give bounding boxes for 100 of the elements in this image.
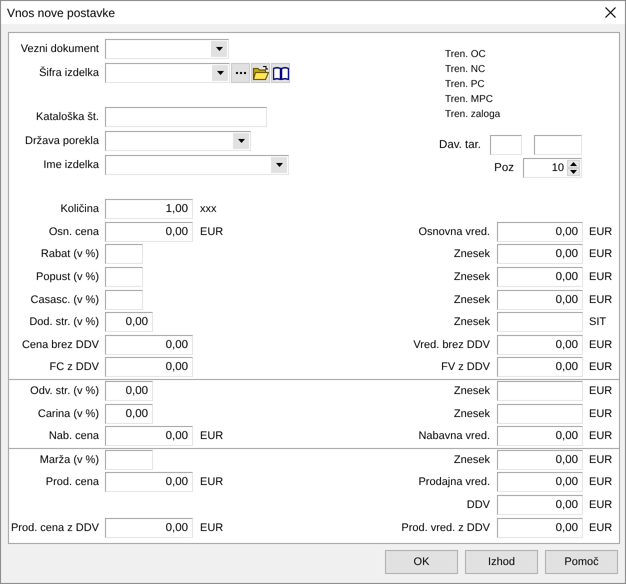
info-label: Tren. MPC — [445, 93, 493, 107]
unit-label: EUR — [200, 522, 224, 534]
text-field[interactable] — [490, 135, 522, 155]
field-label: Dav. tar. — [439, 139, 481, 151]
unit-label: EUR — [589, 430, 612, 442]
book-button[interactable] — [271, 63, 290, 83]
field-label: Dod. str. (v %) — [28, 316, 99, 328]
text-field[interactable] — [105, 107, 267, 127]
number-field[interactable] — [497, 404, 583, 424]
number-field[interactable]: 0,00 — [497, 472, 583, 492]
number-field[interactable]: 0,00 — [105, 472, 193, 492]
field-label: Casasc. (v %) — [30, 294, 99, 306]
unit-label: EUR — [589, 522, 612, 534]
number-field[interactable]: 0,00 — [105, 222, 193, 242]
number-field[interactable]: 0,00 — [105, 518, 193, 538]
field-label: Država porekla — [24, 135, 99, 147]
dialog-button[interactable]: Izhod — [465, 550, 538, 574]
field-label: Vred. brez DDV — [412, 338, 490, 351]
number-field[interactable]: 0,00 — [105, 404, 153, 424]
field-label: Količina — [59, 203, 99, 216]
open-folder-button[interactable] — [251, 63, 270, 83]
field-label: Prod. vred. z DDV — [400, 522, 490, 534]
number-field[interactable]: 0,00 — [497, 426, 583, 446]
number-field[interactable]: 0,00 — [497, 267, 583, 288]
number-field[interactable]: 1,00 — [105, 199, 193, 220]
number-field[interactable]: 0,00 — [497, 222, 583, 242]
field-label: FC z DDV — [48, 361, 99, 374]
number-field[interactable]: 0,00 — [105, 312, 153, 332]
field-label: FV z DDV — [440, 361, 490, 374]
field-label: Znesek — [452, 271, 490, 284]
folder-icon — [252, 66, 268, 80]
number-field[interactable] — [105, 290, 143, 310]
field-label: Marža (v %) — [38, 454, 99, 466]
spin-field[interactable]: 10 — [523, 158, 582, 178]
number-field[interactable]: 0,00 — [497, 495, 583, 516]
number-field[interactable]: 0,00 — [105, 426, 193, 446]
unit-label: EUR — [589, 294, 612, 306]
number-field[interactable]: 0,00 — [497, 450, 583, 470]
unit-label: EUR — [200, 430, 224, 442]
dialog-button[interactable]: OK — [385, 550, 458, 574]
field-label: Cena brez DDV — [20, 338, 99, 351]
field-label: Prod. cena z DDV — [10, 522, 99, 534]
unit-label: EUR — [589, 226, 612, 238]
number-field[interactable]: 0,00 — [497, 357, 583, 378]
field-label: Znesek — [452, 316, 490, 328]
number-field[interactable] — [497, 312, 583, 332]
dropdown-field[interactable] — [105, 63, 230, 83]
window-title: Vnos nove postavke — [7, 6, 116, 20]
dropdown-field[interactable] — [105, 155, 289, 175]
unit-label: EUR — [589, 338, 612, 351]
caret-icon — [276, 163, 282, 167]
field-label: Šifra izdelka — [38, 67, 99, 79]
up-arrow-icon[interactable] — [570, 162, 577, 166]
field-label: Poz — [494, 162, 514, 174]
field-label: Osnovna vred. — [417, 226, 490, 238]
unit-label: EUR — [589, 454, 612, 466]
info-label: Tren. zaloga — [445, 108, 500, 122]
unit-label: EUR — [200, 226, 224, 238]
field-label: Prodajna vred. — [417, 476, 490, 488]
book-icon — [272, 66, 288, 80]
field-label: Vezni dokument — [20, 43, 99, 55]
down-arrow-icon[interactable] — [570, 170, 577, 174]
unit-label: EUR — [589, 385, 612, 398]
unit-label: EUR — [589, 408, 612, 420]
number-field[interactable]: 0,00 — [497, 290, 583, 310]
field-label: DDV — [466, 499, 490, 512]
number-field[interactable] — [497, 381, 583, 402]
number-field[interactable]: 0,00 — [497, 518, 583, 538]
caret-icon — [216, 47, 222, 51]
unit-label: EUR — [589, 248, 612, 260]
unit-label: EUR — [589, 476, 612, 488]
field-label: Carina (v %) — [36, 408, 99, 420]
unit-label: EUR — [589, 271, 612, 284]
dropdown-field[interactable] — [105, 131, 251, 151]
number-field[interactable]: 0,00 — [105, 334, 193, 355]
close-icon[interactable] — [605, 7, 616, 18]
number-field[interactable]: 0,00 — [497, 334, 583, 355]
field-label: Ime izdelka — [42, 159, 99, 171]
dialog-button[interactable]: Pomoč — [545, 550, 618, 574]
number-field[interactable]: 0,00 — [105, 381, 153, 402]
dropdown-field[interactable] — [105, 39, 229, 59]
field-label: Nabavna vred. — [417, 430, 490, 442]
unit-label: EUR — [200, 476, 224, 488]
number-field[interactable]: 0,00 — [105, 357, 193, 378]
unit-label: SIT — [589, 316, 606, 328]
number-field[interactable]: 0,00 — [497, 244, 583, 264]
field-label: Rabat (v %) — [40, 248, 99, 260]
unit-label: EUR — [589, 499, 612, 512]
number-field[interactable] — [105, 244, 143, 264]
field-label: Odv. str. (v %) — [29, 385, 99, 398]
info-label: Tren. NC — [445, 63, 486, 77]
field-label: Znesek — [452, 408, 490, 420]
text-field[interactable] — [534, 135, 582, 155]
field-label: Osn. cena — [48, 226, 99, 238]
number-field[interactable] — [105, 450, 153, 470]
info-label: Tren. OC — [445, 48, 486, 62]
field-label: Prod. cena — [44, 476, 99, 488]
number-field[interactable] — [105, 267, 143, 288]
browse-button[interactable] — [231, 63, 250, 83]
caret-icon — [216, 71, 224, 75]
